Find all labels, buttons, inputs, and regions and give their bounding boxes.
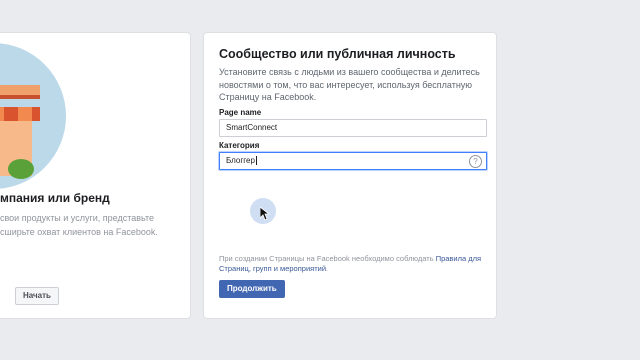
- storefront-illustration: [0, 43, 95, 203]
- category-label: Категория: [219, 141, 260, 150]
- business-brand-card[interactable]: мпания или бренд свои продукты и услуги,…: [0, 33, 190, 318]
- category-input[interactable]: Блоггер ?: [219, 152, 487, 170]
- community-card-title: Сообщество или публичная личность: [219, 47, 456, 61]
- mouse-pointer-icon: [260, 207, 270, 221]
- continue-button[interactable]: Продолжить: [219, 280, 285, 298]
- page-rules-note-end: .: [326, 264, 329, 273]
- category-value: Блоггер: [226, 156, 255, 165]
- start-button[interactable]: Начать: [15, 287, 59, 305]
- business-card-description: свои продукты и услуги, представьте сшир…: [0, 213, 158, 237]
- community-public-figure-card: Сообщество или публичная личность Устано…: [204, 33, 496, 318]
- business-card-title: мпания или бренд: [0, 191, 110, 205]
- help-icon[interactable]: ?: [469, 155, 482, 168]
- page-rules-note-text: При создании Страницы на Facebook необхо…: [219, 254, 436, 263]
- page-name-input[interactable]: SmartConnect: [219, 119, 487, 137]
- page-name-label: Page name: [219, 108, 262, 117]
- page-rules-note: При создании Страницы на Facebook необхо…: [219, 254, 489, 274]
- community-card-description: Установите связь с людьми из вашего сооб…: [219, 67, 480, 102]
